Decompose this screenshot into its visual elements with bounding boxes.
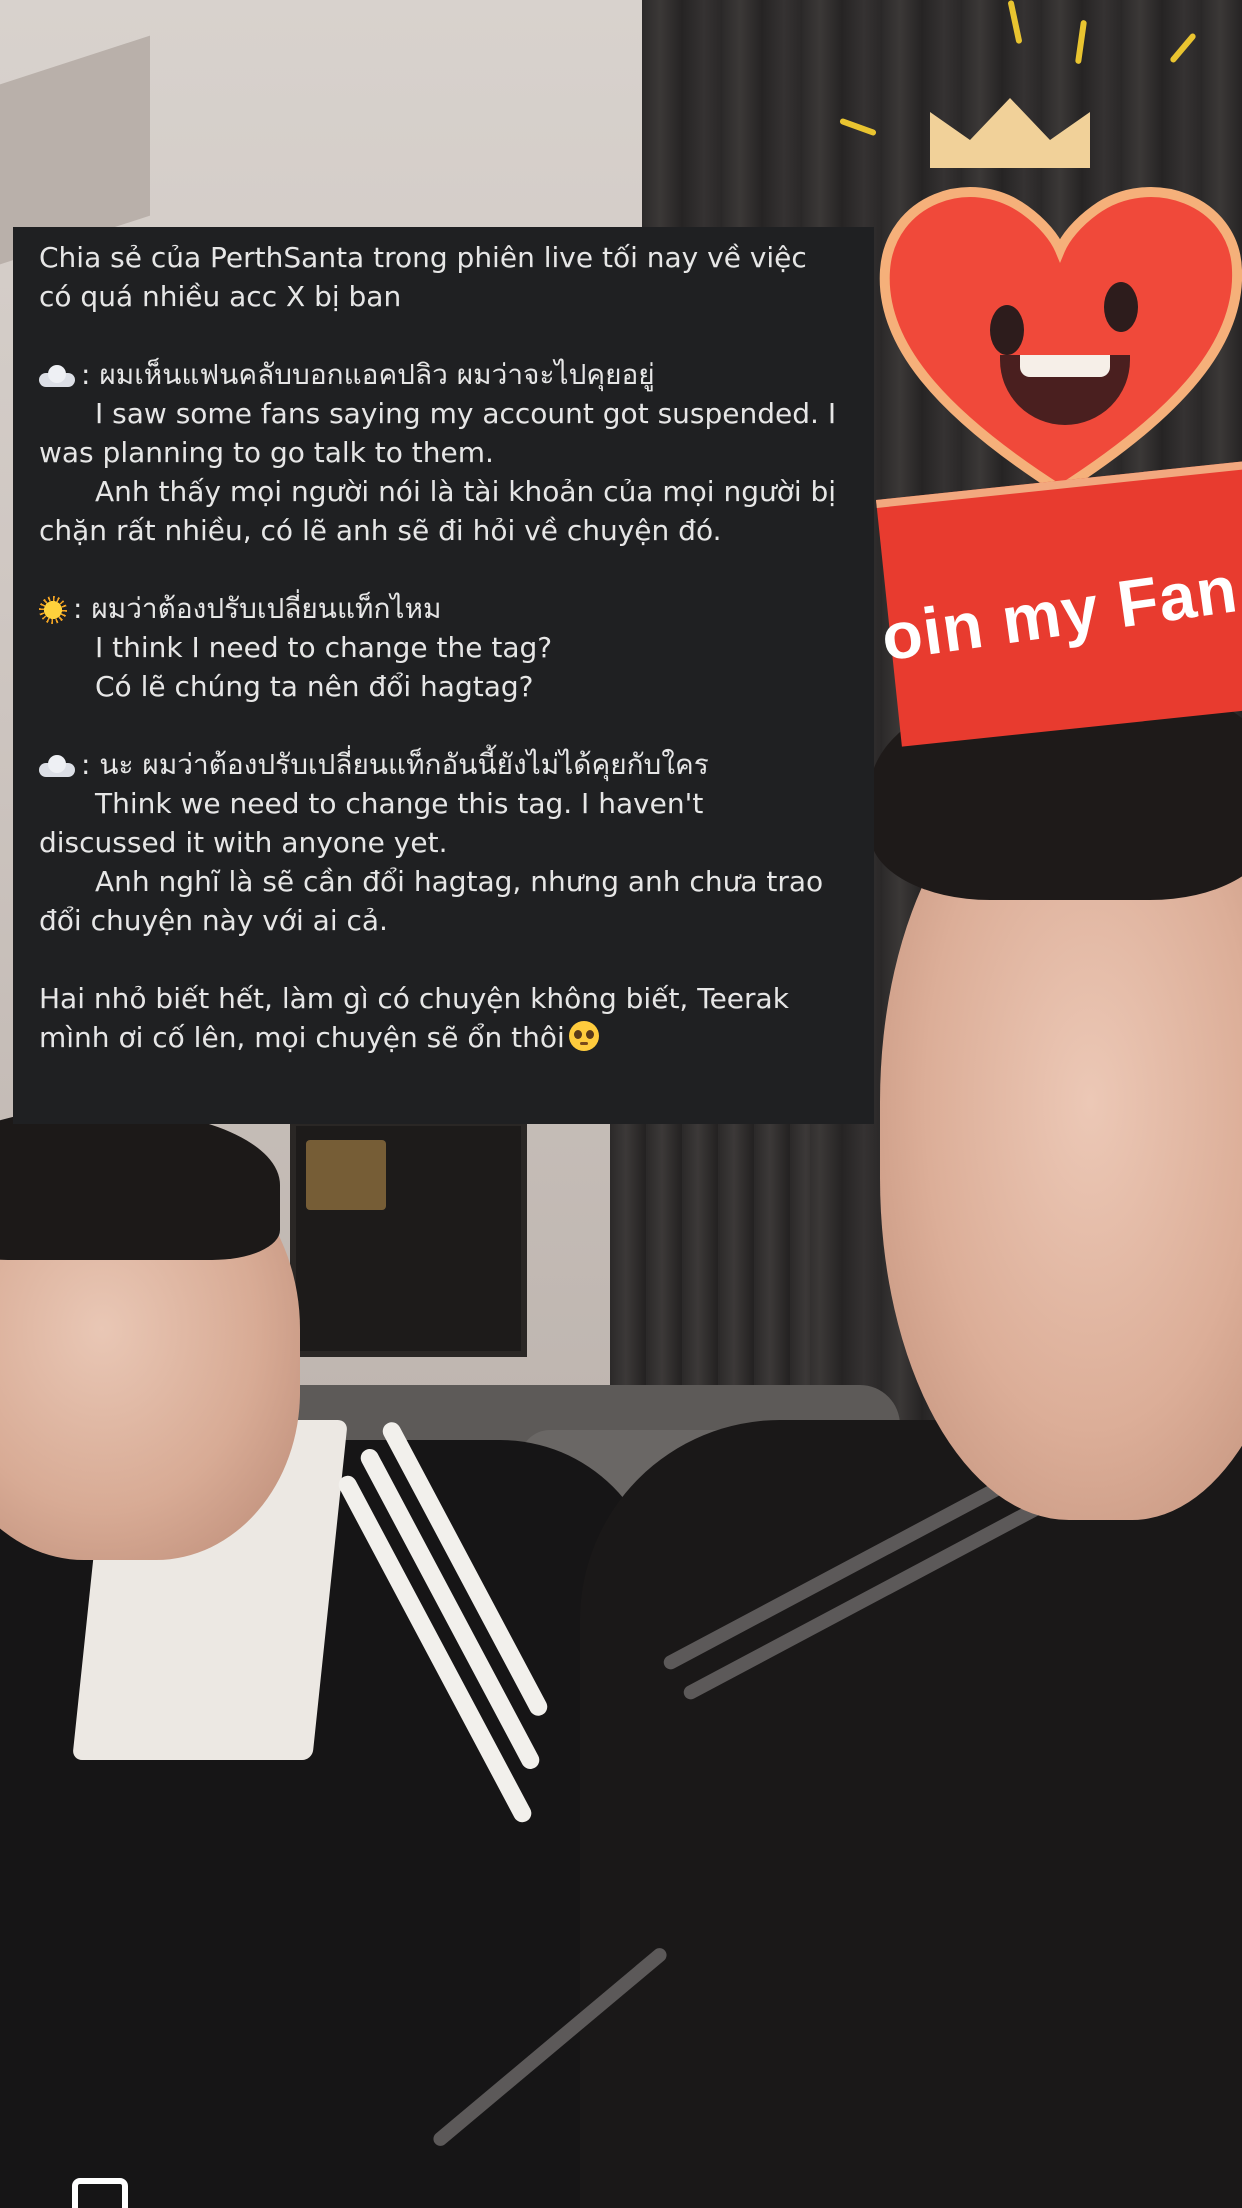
quote-thai-line: : ผมว่าต้องปรับเปลี่ยนแท็กไหม [39,589,874,628]
quote-english-line: discussed it with anyone yet. [39,826,448,859]
cloud-icon [39,755,75,777]
quote-english-line: I saw some fans saying my account got su… [95,397,837,430]
cloud-icon [39,365,75,387]
quote-english-line: I think I need to change the tag? [95,631,553,664]
chat-icon[interactable] [72,2178,128,2208]
quote-vietnamese-line: Anh nghĩ là sẽ cần đổi hagtag, nhưng anh… [95,865,824,898]
translation-card: Chia sẻ của PerthSanta trong phiên live … [13,227,874,1124]
quote-vietnamese-line: đổi chuyện này với ai cả. [39,904,388,937]
pleading-face-icon [568,1021,599,1051]
heart-eye [1104,282,1138,332]
quote-english-line: Think we need to change this tag. I have… [95,787,704,820]
quote-english-line: was planning to go talk to them. [39,436,494,469]
quote-thai-line: : นะ ผมว่าต้องปรับเปลี่ยนแท็กอันนี้ยังไม… [39,745,874,784]
quote-thai-line: : ผมเห็นแฟนคลับบอกแอคปลิว ผมว่าจะไปคุยอย… [39,355,874,394]
quote-vietnamese-line: chặn rất nhiều, có lẽ anh sẽ đi hỏi về c… [39,514,722,547]
heart-mascot-icon [879,187,1242,496]
quote-vietnamese-line: Có lẽ chúng ta nên đổi hagtag? [95,670,534,703]
heart-eye [990,305,1024,355]
card-title-line: Chia sẻ của PerthSanta trong phiên live … [39,241,807,274]
closing-line: mình ơi cố lên, mọi chuyện sẽ ổn thôi [39,1018,874,1057]
closing-line: Hai nhỏ biết hết, làm gì có chuyện không… [39,982,789,1015]
card-title-line: có quá nhiều acc X bị ban [39,280,402,313]
quote-vietnamese-line: Anh thấy mọi người nói là tài khoản của … [95,475,837,508]
sun-icon [39,596,67,624]
wall-poster [290,1120,527,1357]
